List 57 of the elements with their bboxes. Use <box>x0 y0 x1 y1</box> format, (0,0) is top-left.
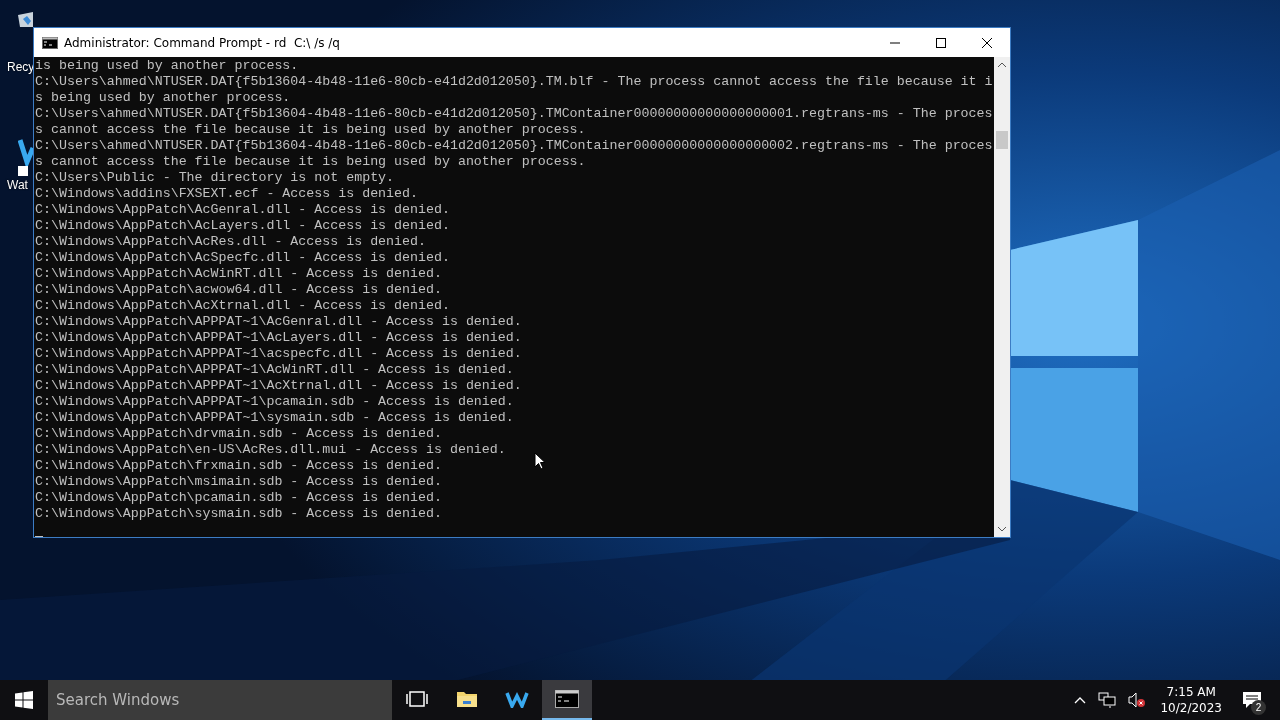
recycle-bin-icon[interactable] <box>18 10 33 27</box>
windows-logo-icon <box>15 691 33 709</box>
notification-count: 2 <box>1251 700 1266 715</box>
window-title: Administrator: Command Prompt - rd C:\ /s /q <box>64 35 340 50</box>
console-line: C:\Windows\addins\FXSEXT.ecf - Access is denied. <box>35 186 418 202</box>
console-line: C:\Windows\AppPatch\drvmain.sdb - Access is denied. <box>35 426 442 442</box>
console-line: C:\Users\ahmed\NTUSER.DAT{f5b13604-4b48-11e6-80cb-e41d2d012050}.TMContainer00000000000000000002.regtrans-ms - The proces <box>35 138 993 154</box>
search-field[interactable]: Search Windows <box>48 680 392 720</box>
console-line: C:\Windows\AppPatch\msimain.sdb - Access is denied. <box>35 474 442 490</box>
console-line: C:\Windows\AppPatch\APPPAT~1\AcGenral.dll - Access is denied. <box>35 314 522 330</box>
console-line: C:\Windows\AppPatch\acwow64.dll - Access is denied. <box>35 282 442 298</box>
console-line: C:\Windows\AppPatch\AcLayers.dll - Access is denied. <box>35 218 450 234</box>
console-line: C:\Users\Public - The directory is not empty. <box>35 170 395 186</box>
scroll-thumb[interactable] <box>996 131 1008 149</box>
app-icon <box>505 690 529 708</box>
console-line: s cannot access the file because it is being used by another process. <box>35 122 586 138</box>
mouse-pointer-icon <box>534 452 546 470</box>
taskbar-button[interactable] <box>542 680 592 720</box>
clock[interactable]: 7:15 AM 10/2/2023 <box>1152 684 1230 716</box>
console-line: is being used by another process. <box>35 58 299 74</box>
console-line: C:\Windows\AppPatch\AcRes.dll - Access is denied. <box>35 234 426 250</box>
clock-time: 7:15 AM <box>1166 684 1216 700</box>
muted-speaker-icon[interactable] <box>1128 692 1147 708</box>
console-line: C:\Windows\AppPatch\APPPAT~1\sysmain.sdb - Access is denied. <box>35 410 514 426</box>
console-line: C:\Users\ahmed\NTUSER.DAT{f5b13604-4b48-11e6-80cb-e41d2d012050}.TMContainer00000000000000000001.regtrans-ms - The proces <box>35 106 993 122</box>
close-icon <box>981 36 993 49</box>
console-line: C:\Windows\AppPatch\AcGenral.dll - Access is denied. <box>35 202 450 218</box>
scrollbar[interactable] <box>994 57 1010 537</box>
console-line: C:\Windows\AppPatch\en-US\AcRes.dll.mui - Access is denied. <box>35 442 506 458</box>
console-line: C:\Windows\AppPatch\sysmain.sdb - Access is denied. <box>35 506 442 522</box>
console-line: C:\Windows\AppPatch\APPPAT~1\pcamain.sdb - Access is denied. <box>35 394 514 410</box>
console-line: C:\Windows\AppPatch\pcamain.sdb - Access is denied. <box>35 490 442 506</box>
console-line: C:\Windows\AppPatch\APPPAT~1\AcXtrnal.dll - Access is denied. <box>35 378 522 394</box>
folder-icon <box>456 690 478 708</box>
minimize-icon <box>890 41 900 44</box>
desktop-icon-label[interactable]: Wat <box>7 178 28 192</box>
console-line: C:\Users\ahmed\NTUSER.DAT{f5b13604-4b48-11e6-80cb-e41d2d012050}.TM.blf - The process cannot access the file because it i <box>35 74 993 90</box>
scroll-down-icon[interactable] <box>997 526 1007 532</box>
console-line: C:\Windows\AppPatch\APPPAT~1\AcLayers.dll - Access is denied. <box>35 330 522 346</box>
console-line: C:\Windows\AppPatch\AcSpecfc.dll - Access is denied. <box>35 250 450 266</box>
scroll-up-icon[interactable] <box>997 62 1007 68</box>
desktop-icon-label[interactable]: Recy <box>7 60 35 74</box>
console-line: C:\Windows\AppPatch\AcWinRT.dll - Access is denied. <box>35 266 442 282</box>
console-line: C:\Windows\AppPatch\APPPAT~1\AcWinRT.dll - Access is denied. <box>35 362 514 378</box>
task-view-icon <box>406 691 428 707</box>
clock-date: 10/2/2023 <box>1160 700 1222 716</box>
console-line: s being used by another process. <box>35 90 291 106</box>
console-icon <box>42 36 58 49</box>
console-line: C:\Windows\AppPatch\frxmain.sdb - Access is denied. <box>35 458 442 474</box>
console-icon <box>555 690 579 708</box>
console-line: s cannot access the file because it is being used by another process. <box>35 154 586 170</box>
notifications-button[interactable]: 2 <box>1230 680 1274 720</box>
chevron-up-icon[interactable] <box>1074 696 1087 704</box>
network-icon[interactable] <box>1098 692 1117 708</box>
console-line: C:\Windows\AppPatch\APPPAT~1\acspecfc.dll - Access is denied. <box>35 346 522 362</box>
console-line: C:\Windows\AppPatch\AcXtrnal.dll - Access is denied. <box>35 298 450 314</box>
maximize-icon <box>935 36 947 49</box>
